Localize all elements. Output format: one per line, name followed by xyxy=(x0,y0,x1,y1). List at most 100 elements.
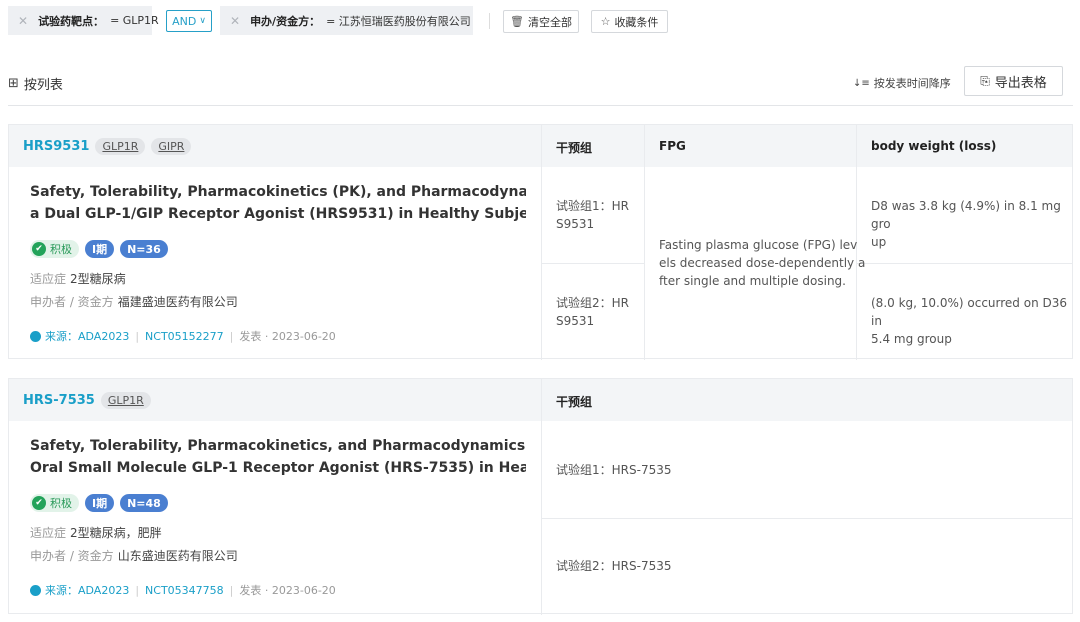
weight-line: 5.4 mg group xyxy=(871,332,952,346)
remove-filter-icon[interactable]: ✕ xyxy=(230,14,240,28)
status-label: 积极 xyxy=(50,243,72,256)
trial-title-line: a Dual GLP-1/GIP Receptor Agonist (HRS95… xyxy=(30,206,526,222)
column-divider xyxy=(541,125,542,360)
row-divider xyxy=(856,263,1073,264)
separator: | xyxy=(135,583,140,597)
source-link[interactable]: 来源：ADA2023 xyxy=(45,328,129,344)
filter-value: = GLP1R xyxy=(110,14,159,27)
intervention-group-2: 试验组2：HRS-7535 xyxy=(556,559,672,573)
indication-label: 适应症 xyxy=(30,526,67,540)
phase-badge: I期 xyxy=(85,494,115,512)
drug-name-link[interactable]: HRS9531 xyxy=(23,139,89,154)
source-row: 来源：ADA2023 | NCT05347758 | 发表 · 2023-06-… xyxy=(30,582,336,598)
filter-chip-sponsor[interactable]: ✕ 申办/资金方： = 江苏恒瑞医药股份有限公司 xyxy=(220,6,473,35)
logic-dropdown[interactable]: AND ∨ xyxy=(166,10,212,32)
separator: | xyxy=(229,583,234,597)
table-icon: ⊞ xyxy=(8,76,19,91)
indication-value: 2型糖尿病，肥胖 xyxy=(70,526,162,540)
column-header-intervention: 干预组 xyxy=(556,141,593,155)
nct-link[interactable]: NCT05347758 xyxy=(145,584,224,597)
fpg-line: Fasting plasma glucose (FPG) lev xyxy=(659,238,858,252)
badge-row: ✔ 积极 I期 N=48 xyxy=(30,494,168,512)
weight-line: (8.0 kg, 10.0%) occurred on D36 in xyxy=(871,296,1068,328)
clear-all-label: 清空全部 xyxy=(527,15,572,29)
sponsor-label: 申办者 / 资金方 xyxy=(30,549,114,563)
separator: | xyxy=(135,329,140,343)
status-badge: ✔ 积极 xyxy=(30,240,79,258)
star-icon: ☆ xyxy=(600,15,611,28)
fpg-result: Fasting plasma glucose (FPG) lev els dec… xyxy=(659,236,865,290)
chevron-down-icon: ∨ xyxy=(199,16,206,26)
group-label-line: 试验组2：HR xyxy=(556,296,629,310)
column-divider xyxy=(541,379,542,615)
fpg-line: fter single and multiple dosing. xyxy=(659,274,846,288)
trial-title-line: Safety, Tolerability, Pharmacokinetics, … xyxy=(30,438,526,454)
export-label: 导出表格 xyxy=(994,75,1047,91)
filter-bar: ✕ 试验药靶点： = GLP1R AND ∨ ✕ 申办/资金方： = 江苏恒瑞医… xyxy=(0,6,1080,35)
filter-chip-target[interactable]: ✕ 试验药靶点： = GLP1R xyxy=(8,6,159,35)
sort-icon: ↓≡ xyxy=(853,77,870,89)
filter-key: 试验药靶点： xyxy=(38,14,105,28)
group-label-line: S9531 xyxy=(556,217,595,231)
save-conditions-button[interactable]: ☆ 收藏条件 xyxy=(591,10,668,33)
indication-row: 适应症 2型糖尿病 xyxy=(30,270,126,287)
intervention-group-1: 试验组1：HRS-7535 xyxy=(556,463,672,477)
sponsor-row: 申办者 / 资金方 福建盛迪医药有限公司 xyxy=(30,293,238,310)
separator: | xyxy=(229,329,234,343)
list-view-label: 按列表 xyxy=(23,78,63,93)
save-conditions-label: 收藏条件 xyxy=(614,15,659,29)
filter-value: = 江苏恒瑞医药股份有限公司 xyxy=(326,14,471,28)
export-icon: ⎘ xyxy=(980,73,990,88)
shield-check-icon: ✔ xyxy=(32,242,46,256)
row-divider xyxy=(541,263,645,264)
compass-icon xyxy=(30,330,41,342)
badge-row: ✔ 积极 I期 N=36 xyxy=(30,240,168,258)
publish-date: 发表 · 2023-06-20 xyxy=(239,584,336,597)
row-divider xyxy=(541,518,1073,519)
indication-value: 2型糖尿病 xyxy=(70,272,126,286)
indication-row: 适应症 2型糖尿病，肥胖 xyxy=(30,524,162,541)
clear-all-button[interactable]: 🗑 清空全部 xyxy=(503,10,579,33)
group-label-line: S9531 xyxy=(556,314,595,328)
trial-card: HRS-7535 GLP1R 干预组 Safety, Tolerability,… xyxy=(8,378,1073,615)
trash-icon: 🗑 xyxy=(510,15,524,28)
target-tag[interactable]: GIPR xyxy=(151,138,192,155)
weight-line: D8 was 3.8 kg (4.9%) in 8.1 mg gro xyxy=(871,199,1061,231)
trial-title-line: Safety, Tolerability, Pharmacokinetics (… xyxy=(30,184,526,200)
drug-name-row: HRS9531 GLP1R GIPR xyxy=(23,138,192,155)
trial-title-line: Oral Small Molecule GLP-1 Receptor Agoni… xyxy=(30,460,526,476)
weight-result-1: D8 was 3.8 kg (4.9%) in 8.1 mg gro up xyxy=(871,197,1072,251)
sponsor-value: 福建盛迪医药有限公司 xyxy=(117,295,238,309)
list-view-toggle[interactable]: ⊞ 按列表 xyxy=(8,74,63,93)
target-tag[interactable]: GLP1R xyxy=(100,392,151,409)
sort-dropdown[interactable]: ↓≡ 按发表时间降序 xyxy=(853,75,951,91)
column-header-body-weight: body weight (loss) xyxy=(871,139,997,153)
divider xyxy=(8,105,1073,106)
phase-badge: I期 xyxy=(85,240,115,258)
column-header-intervention: 干预组 xyxy=(556,395,593,409)
sample-size-badge: N=48 xyxy=(120,494,168,512)
sort-label: 按发表时间降序 xyxy=(873,77,951,90)
export-table-button[interactable]: ⎘ 导出表格 xyxy=(964,66,1063,96)
publish-date: 发表 · 2023-06-20 xyxy=(239,330,336,343)
source-row: 来源：ADA2023 | NCT05152277 | 发表 · 2023-06-… xyxy=(30,328,336,344)
filter-key: 申办/资金方： xyxy=(250,14,321,28)
target-tag[interactable]: GLP1R xyxy=(95,138,146,155)
trial-title[interactable]: Safety, Tolerability, Pharmacokinetics (… xyxy=(30,181,526,225)
nct-link[interactable]: NCT05152277 xyxy=(145,330,224,343)
indication-label: 适应症 xyxy=(30,272,67,286)
column-divider xyxy=(644,125,645,360)
remove-filter-icon[interactable]: ✕ xyxy=(18,14,28,28)
sponsor-row: 申办者 / 资金方 山东盛迪医药有限公司 xyxy=(30,547,238,564)
trial-title[interactable]: Safety, Tolerability, Pharmacokinetics, … xyxy=(30,435,526,479)
divider xyxy=(489,13,490,29)
column-header-fpg: FPG xyxy=(659,139,686,153)
weight-result-2: (8.0 kg, 10.0%) occurred on D36 in 5.4 m… xyxy=(871,294,1072,348)
fpg-line: els decreased dose-dependently a xyxy=(659,256,866,270)
intervention-group-1: 试验组1：HR S9531 xyxy=(556,197,629,233)
logic-label: AND xyxy=(172,14,197,28)
source-link[interactable]: 来源：ADA2023 xyxy=(45,582,129,598)
drug-name-link[interactable]: HRS-7535 xyxy=(23,393,95,408)
trial-card: HRS9531 GLP1R GIPR 干预组 FPG body weight (… xyxy=(8,124,1073,360)
shield-check-icon: ✔ xyxy=(32,496,46,510)
